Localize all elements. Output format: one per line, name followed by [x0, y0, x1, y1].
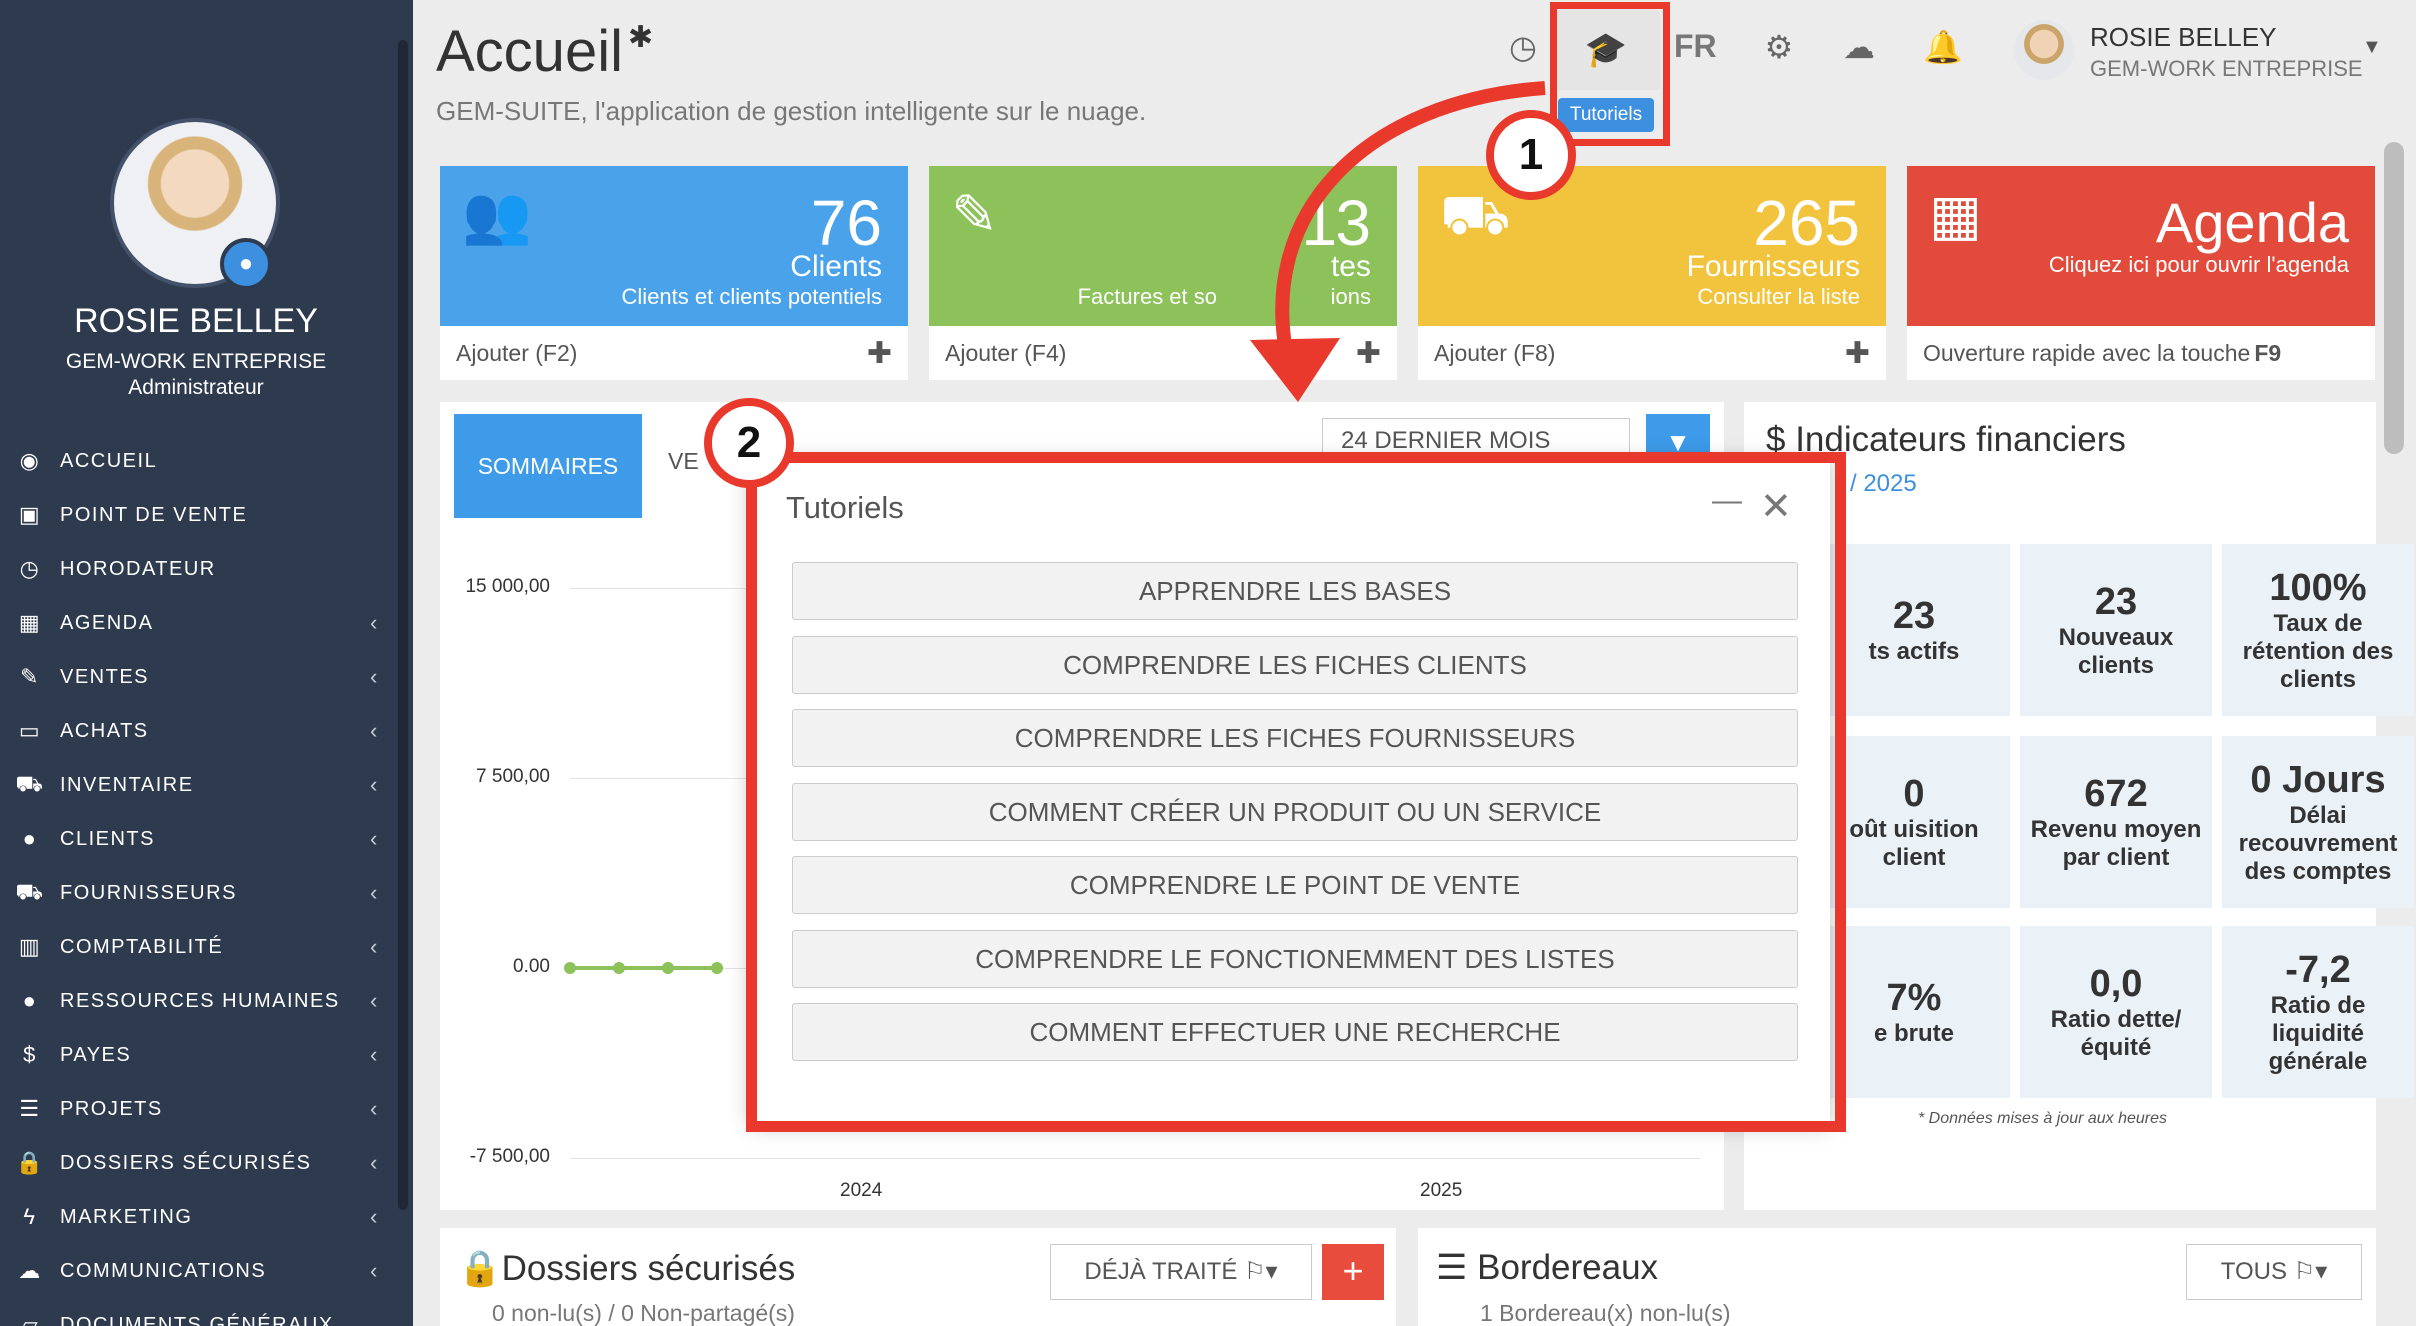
annotation-arrow [1250, 81, 1546, 402]
step-2-badge: 2 [704, 398, 794, 488]
step-1-badge: 1 [1486, 110, 1576, 200]
